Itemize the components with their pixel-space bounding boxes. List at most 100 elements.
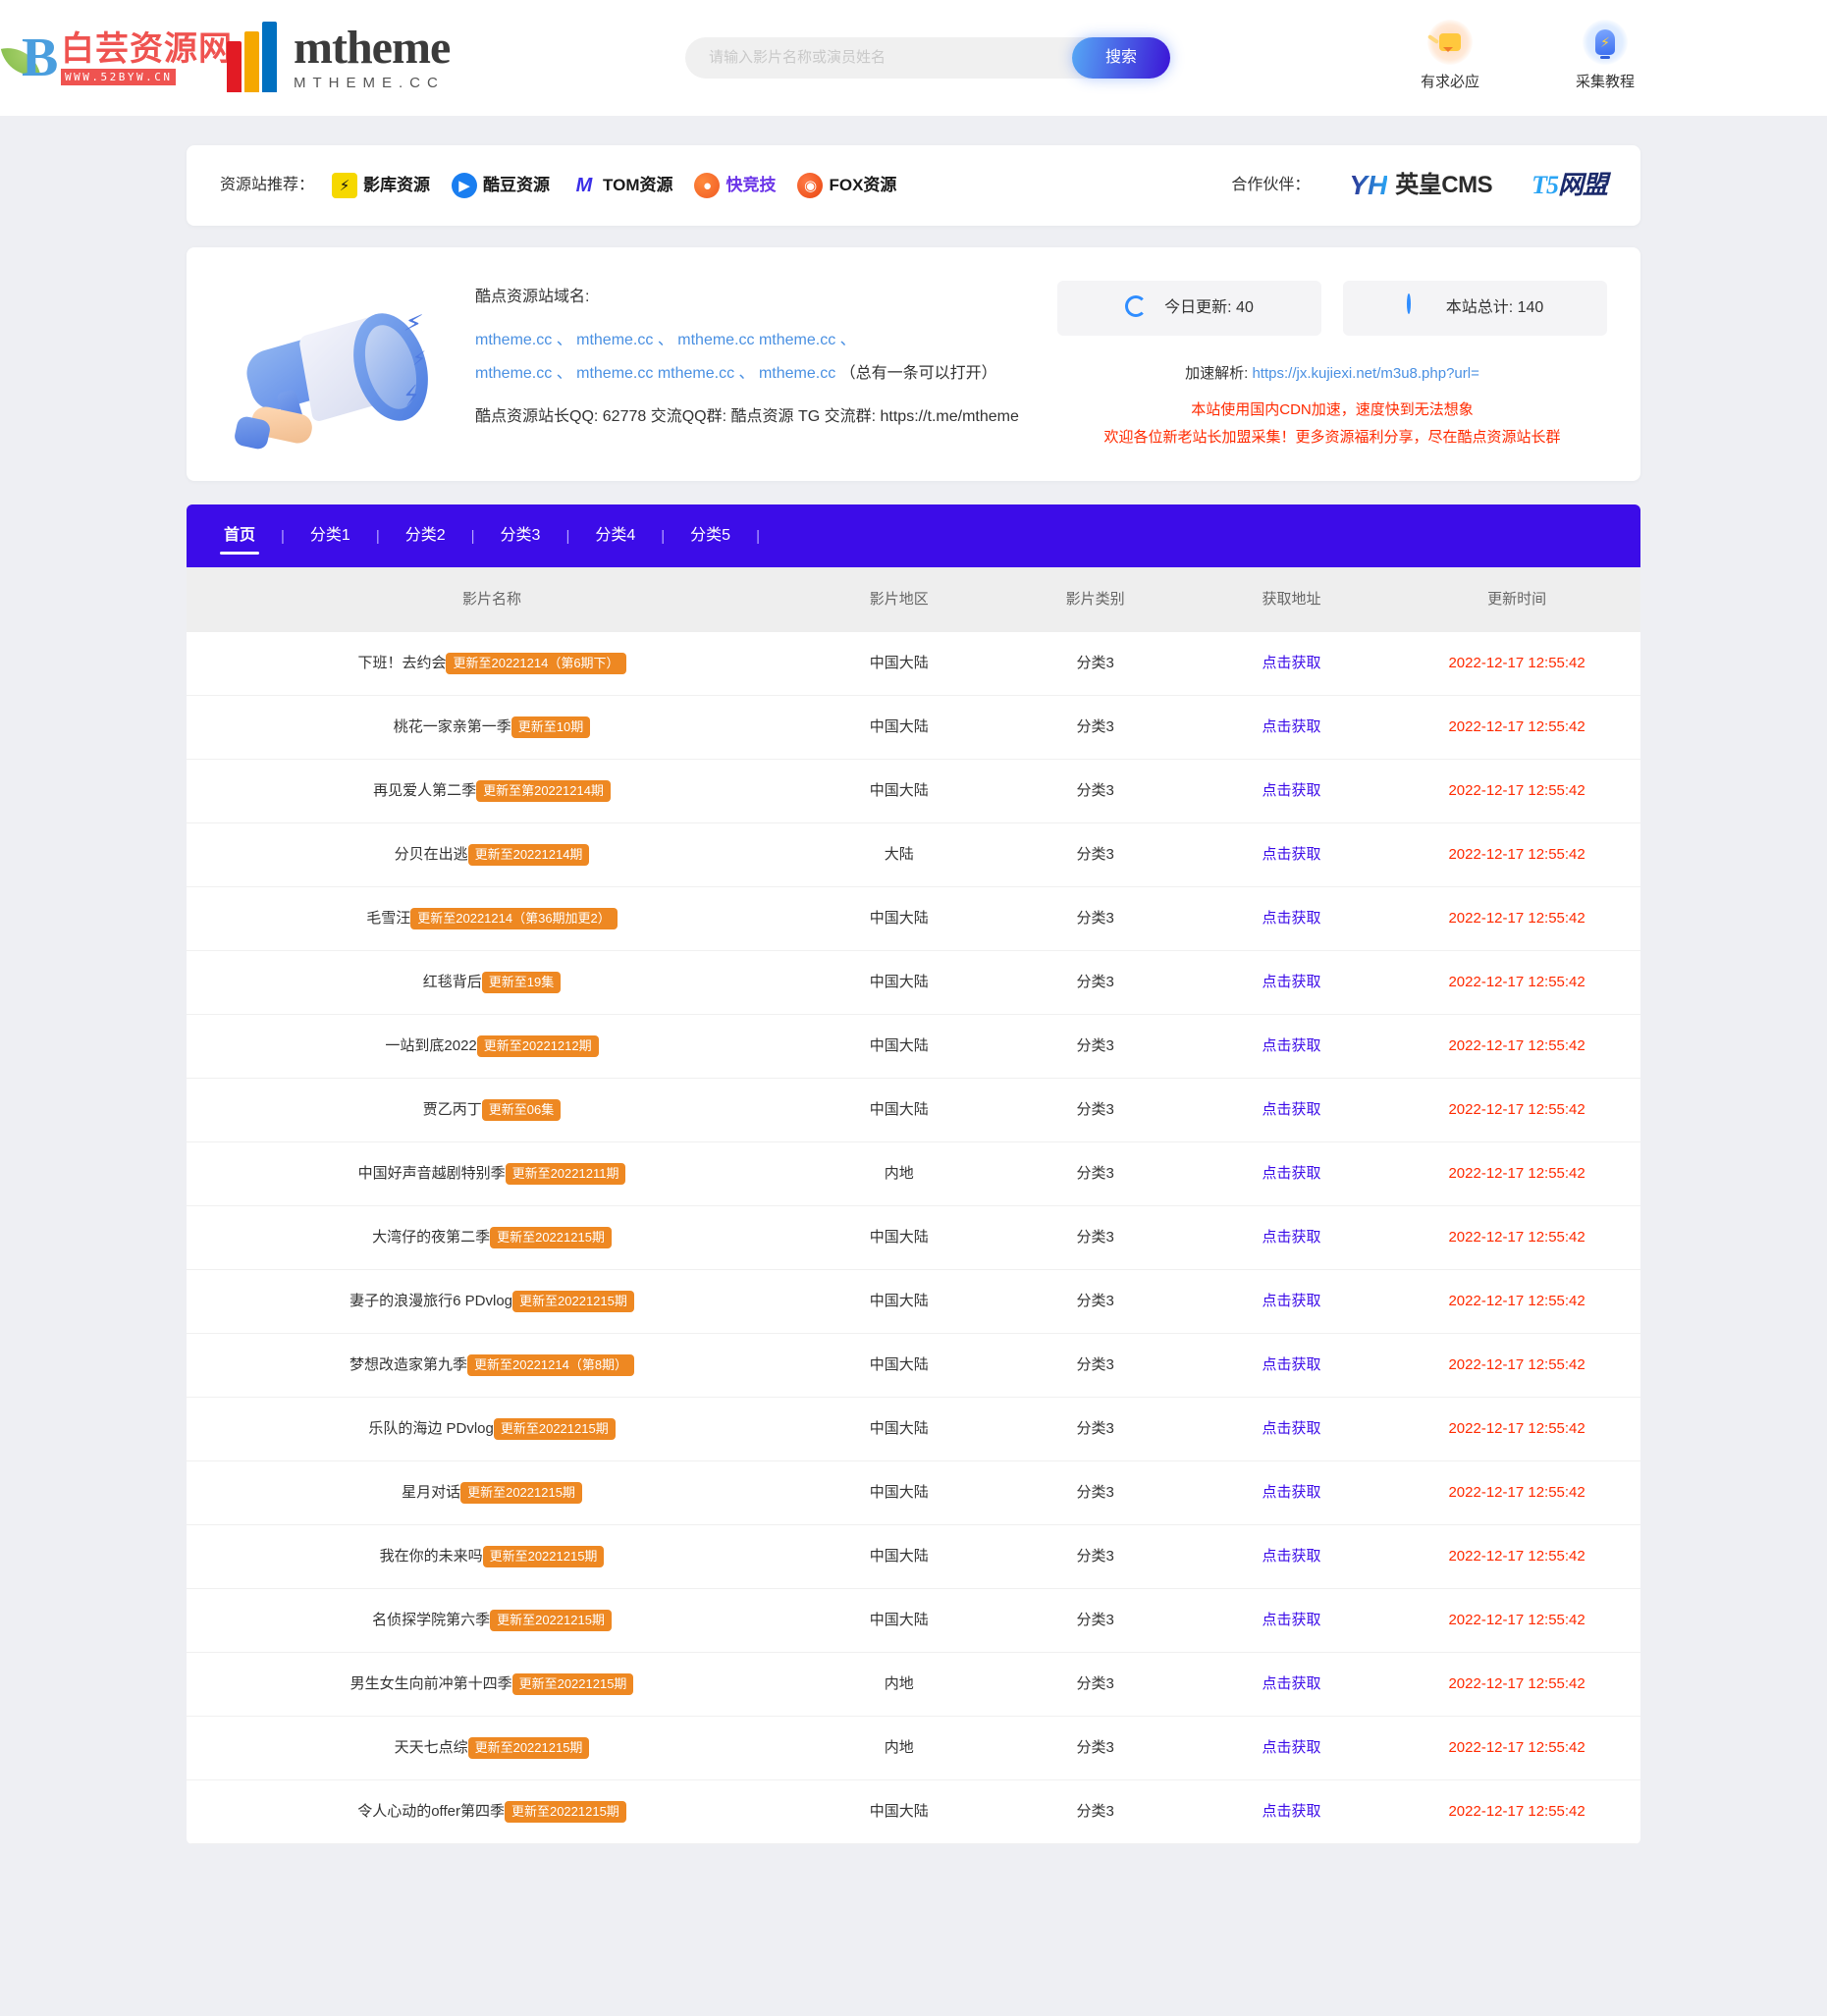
partner-site-tom[interactable]: M 快竞技 TOM资源	[571, 173, 673, 198]
table-row: 红毯背后 更新至19集 中国大陆 分类3 点击获取 2022-12-17 12:55:42	[187, 951, 1640, 1015]
partner-site-list: ⚡ 影库资源 ▶ 酷豆资源 M 快竞技 TOM资源 ● 快竞技 ◉ FOX资源	[332, 173, 896, 198]
stat-label: 今日更新:	[1164, 299, 1232, 316]
partner-site-yingku[interactable]: ⚡ 影库资源	[332, 173, 430, 198]
get-link[interactable]: 点击获取	[1263, 782, 1321, 799]
movie-title[interactable]: 星月对话	[402, 1481, 460, 1505]
megaphone-icon: ⚡ ⚡ ⚡	[230, 289, 446, 451]
update-badge: 更新至20221215期	[504, 1801, 626, 1823]
nav-item-category-3[interactable]: 分类3	[497, 525, 545, 547]
cell-link: 点击获取	[1190, 1334, 1393, 1398]
nav-item-home[interactable]: 首页	[220, 525, 260, 555]
parse-url-link[interactable]: https://jx.kujiexi.net/m3u8.php?url=	[1252, 365, 1478, 382]
table-row: 我在你的未来吗 更新至20221215期 中国大陆 分类3 点击获取 2022-12-17…	[187, 1525, 1640, 1589]
get-link[interactable]: 点击获取	[1263, 1165, 1321, 1182]
cell-link: 点击获取	[1190, 951, 1393, 1015]
movie-title[interactable]: 中国好声音越剧特别季	[358, 1162, 506, 1186]
movie-title[interactable]: 名侦探学院第六季	[372, 1609, 490, 1632]
get-link[interactable]: 点击获取	[1263, 1548, 1321, 1565]
movie-title[interactable]: 桃花一家亲第一季	[394, 716, 511, 739]
cell-title: 大湾仔的夜第二季 更新至20221215期	[187, 1206, 797, 1270]
cell-link: 点击获取	[1190, 1142, 1393, 1206]
movie-title[interactable]: 乐队的海边 PDvlog	[368, 1417, 494, 1441]
lightning-icon: ⚡	[332, 173, 358, 198]
partner-site-kuaijingji[interactable]: ● 快竞技	[694, 173, 776, 198]
movie-title[interactable]: 贾乙丙丁	[423, 1098, 482, 1122]
get-link[interactable]: 点击获取	[1263, 1037, 1321, 1054]
partner-site-kudou[interactable]: ▶ 酷豆资源	[452, 173, 550, 198]
cell-category: 分类3	[1076, 910, 1114, 927]
cell-area: 中国大陆	[869, 1548, 929, 1565]
header-action-request[interactable]: 有求必应	[1403, 20, 1497, 92]
movie-title[interactable]: 分贝在出逃	[395, 843, 468, 867]
header-action-tutorial[interactable]: ⚡ 采集教程	[1558, 20, 1652, 92]
domain-title: 酷点资源站域名:	[475, 289, 590, 305]
cell-area: 中国大陆	[869, 1612, 929, 1628]
get-link[interactable]: 点击获取	[1263, 1484, 1321, 1501]
partner-logo-yinghuangcms[interactable]: YH 英皇CMS	[1349, 172, 1492, 199]
nav-item-category-2[interactable]: 分类2	[402, 525, 450, 547]
movie-title[interactable]: 梦想改造家第九季	[349, 1353, 467, 1377]
cell-time: 2022-12-17 12:55:42	[1448, 1037, 1585, 1054]
movie-title[interactable]: 毛雪汪	[366, 907, 410, 930]
logo-wordmark: mtheme	[294, 22, 451, 74]
movie-title[interactable]: 红毯背后	[423, 971, 482, 994]
cdn-notice-line2: 欢迎各位新老站长加盟采集！更多资源福利分享，尽在酷点资源站长群	[1103, 429, 1561, 446]
movie-title[interactable]: 令人心动的offer第四季	[357, 1800, 505, 1824]
nav-separator: |	[756, 527, 760, 545]
movie-title[interactable]: 天天七点综	[395, 1736, 468, 1760]
get-link[interactable]: 点击获取	[1263, 846, 1321, 863]
cell-time: 2022-12-17 12:55:42	[1448, 1484, 1585, 1501]
movie-title[interactable]: 下班！去约会	[357, 652, 446, 675]
table-header-row: 影片名称 影片地区 影片类别 获取地址 更新时间	[187, 567, 1640, 632]
get-link[interactable]: 点击获取	[1263, 1739, 1321, 1756]
domain-link-line1[interactable]: mtheme.cc 、 mtheme.cc 、 mtheme.cc mtheme…	[475, 332, 856, 348]
get-link[interactable]: 点击获取	[1263, 1229, 1321, 1246]
cell-time: 2022-12-17 12:55:42	[1448, 846, 1585, 863]
movie-title[interactable]: 大湾仔的夜第二季	[372, 1226, 490, 1249]
nav-item-category-1[interactable]: 分类1	[306, 525, 354, 547]
logo-bars-icon	[227, 22, 280, 92]
get-link[interactable]: 点击获取	[1263, 655, 1321, 671]
get-link[interactable]: 点击获取	[1263, 1675, 1321, 1692]
t5-mark-icon: T5	[1531, 171, 1559, 199]
column-header-area: 影片地区	[869, 591, 929, 608]
partner-logo-t5wangmeng[interactable]: T5网盟	[1531, 171, 1608, 199]
m-mark-icon: M	[575, 175, 593, 196]
cell-area: 中国大陆	[869, 1037, 929, 1054]
cell-time: 2022-12-17 12:55:42	[1448, 1612, 1585, 1628]
nav-item-category-5[interactable]: 分类5	[686, 525, 734, 547]
movie-title[interactable]: 一站到底2022	[385, 1035, 476, 1058]
get-link[interactable]: 点击获取	[1263, 1420, 1321, 1437]
get-link[interactable]: 点击获取	[1263, 1101, 1321, 1118]
get-link[interactable]: 点击获取	[1263, 1356, 1321, 1373]
domain-link-line2[interactable]: mtheme.cc 、 mtheme.cc mtheme.cc 、 mtheme…	[475, 365, 835, 382]
cell-category: 分类3	[1076, 1548, 1114, 1565]
cell-link: 点击获取	[1190, 1015, 1393, 1079]
movie-title[interactable]: 再见爱人第二季	[373, 779, 476, 803]
main-navigation: 首页 | 分类1 | 分类2 | 分类3 | 分类4 | 分类5 |	[187, 504, 1640, 567]
get-link[interactable]: 点击获取	[1263, 1293, 1321, 1309]
movie-title[interactable]: 妻子的浪漫旅行6 PDvlog	[349, 1290, 512, 1313]
resource-table: 影片名称 影片地区 影片类别 获取地址 更新时间 下班！去约会更新至202212…	[187, 567, 1640, 1844]
cell-category: 分类3	[1076, 1675, 1114, 1692]
column-header-link: 获取地址	[1262, 591, 1321, 608]
get-link[interactable]: 点击获取	[1263, 1803, 1321, 1820]
partner-site-fox[interactable]: ◉ FOX资源	[797, 173, 896, 198]
partner-site-label: 影库资源	[363, 176, 431, 194]
mtheme-logo[interactable]: mtheme MTHEME.CC	[227, 22, 451, 92]
cell-area: 中国大陆	[869, 1356, 929, 1373]
get-link[interactable]: 点击获取	[1263, 910, 1321, 927]
yh-mark-icon: YH	[1349, 170, 1388, 200]
nav-separator: |	[470, 527, 475, 545]
get-link[interactable]: 点击获取	[1263, 1612, 1321, 1628]
movie-title[interactable]: 男生女生向前冲第十四季	[350, 1672, 512, 1696]
nav-item-category-4[interactable]: 分类4	[591, 525, 639, 547]
cell-link: 点击获取	[1190, 632, 1393, 696]
cell-area: 大陆	[884, 846, 914, 863]
get-link[interactable]: 点击获取	[1263, 974, 1321, 990]
get-link[interactable]: 点击获取	[1263, 718, 1321, 735]
search-button[interactable]: 搜索	[1072, 37, 1170, 79]
movie-title[interactable]: 我在你的未来吗	[380, 1545, 483, 1568]
partner-site-label: 快竞技	[725, 176, 777, 194]
update-badge: 更新至10期	[510, 716, 591, 738]
